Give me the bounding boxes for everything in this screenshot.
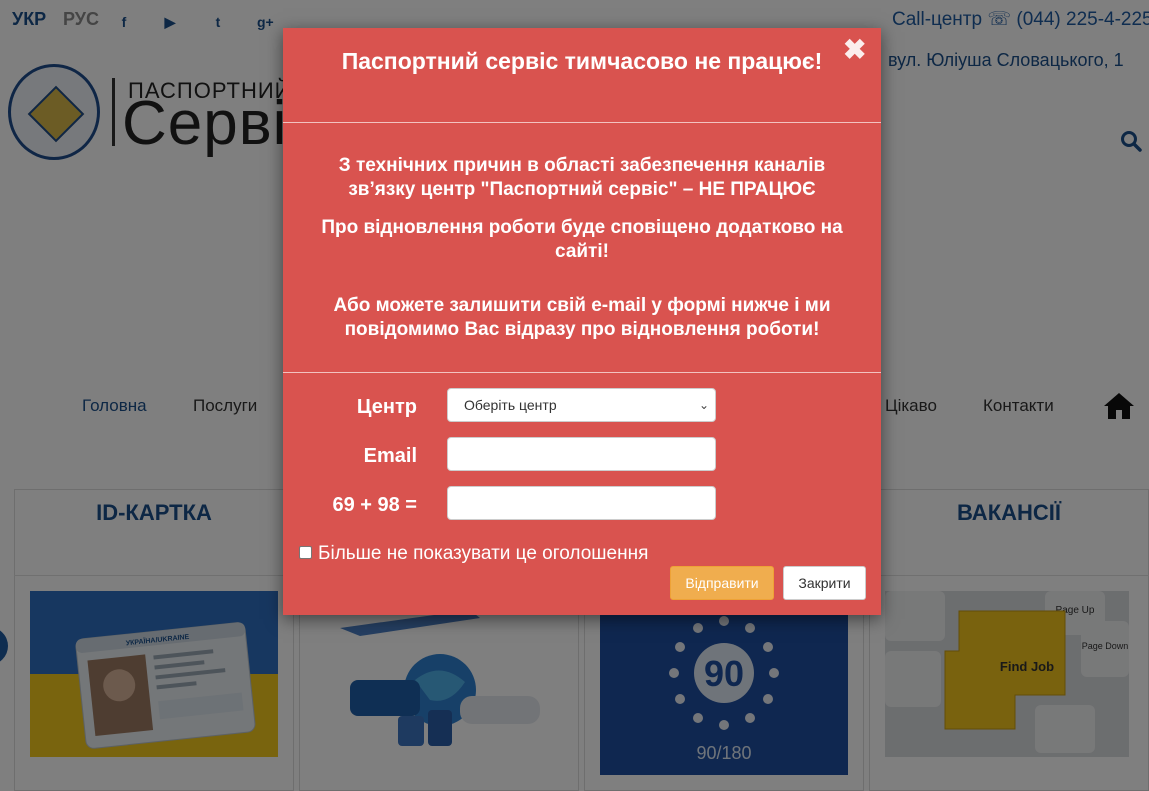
email-label: Email <box>363 445 417 467</box>
modal-divider <box>283 122 881 123</box>
captcha-field[interactable] <box>447 486 716 520</box>
center-select-value: Оберіть центр <box>464 397 557 413</box>
modal-message-3: Або можете залишити свій e-mail у формі … <box>333 295 831 340</box>
close-icon[interactable]: ✖ <box>843 36 866 64</box>
send-button[interactable]: Відправити <box>670 566 774 600</box>
center-label: Центр <box>356 396 417 418</box>
chevron-down-icon: ⌄ <box>698 398 709 412</box>
dont-show-label[interactable]: Більше не показувати це оголошення <box>318 543 648 565</box>
notice-modal: Паспортний сервіс тимчасово не працює! ✖… <box>283 28 881 615</box>
captcha-label: 69 + 98 = <box>332 494 417 516</box>
modal-divider <box>283 372 881 373</box>
close-button[interactable]: Закрити <box>783 566 866 600</box>
modal-message-1: З технічних причин в області забезпеченн… <box>338 155 826 200</box>
dont-show-checkbox[interactable] <box>299 546 312 559</box>
modal-message-2: Про відновлення роботи буде сповіщено до… <box>321 217 843 262</box>
center-select[interactable]: Оберіть центр ⌄ <box>447 388 716 422</box>
email-field[interactable] <box>447 437 716 471</box>
modal-title: Паспортний сервіс тимчасово не працює! <box>341 48 823 74</box>
